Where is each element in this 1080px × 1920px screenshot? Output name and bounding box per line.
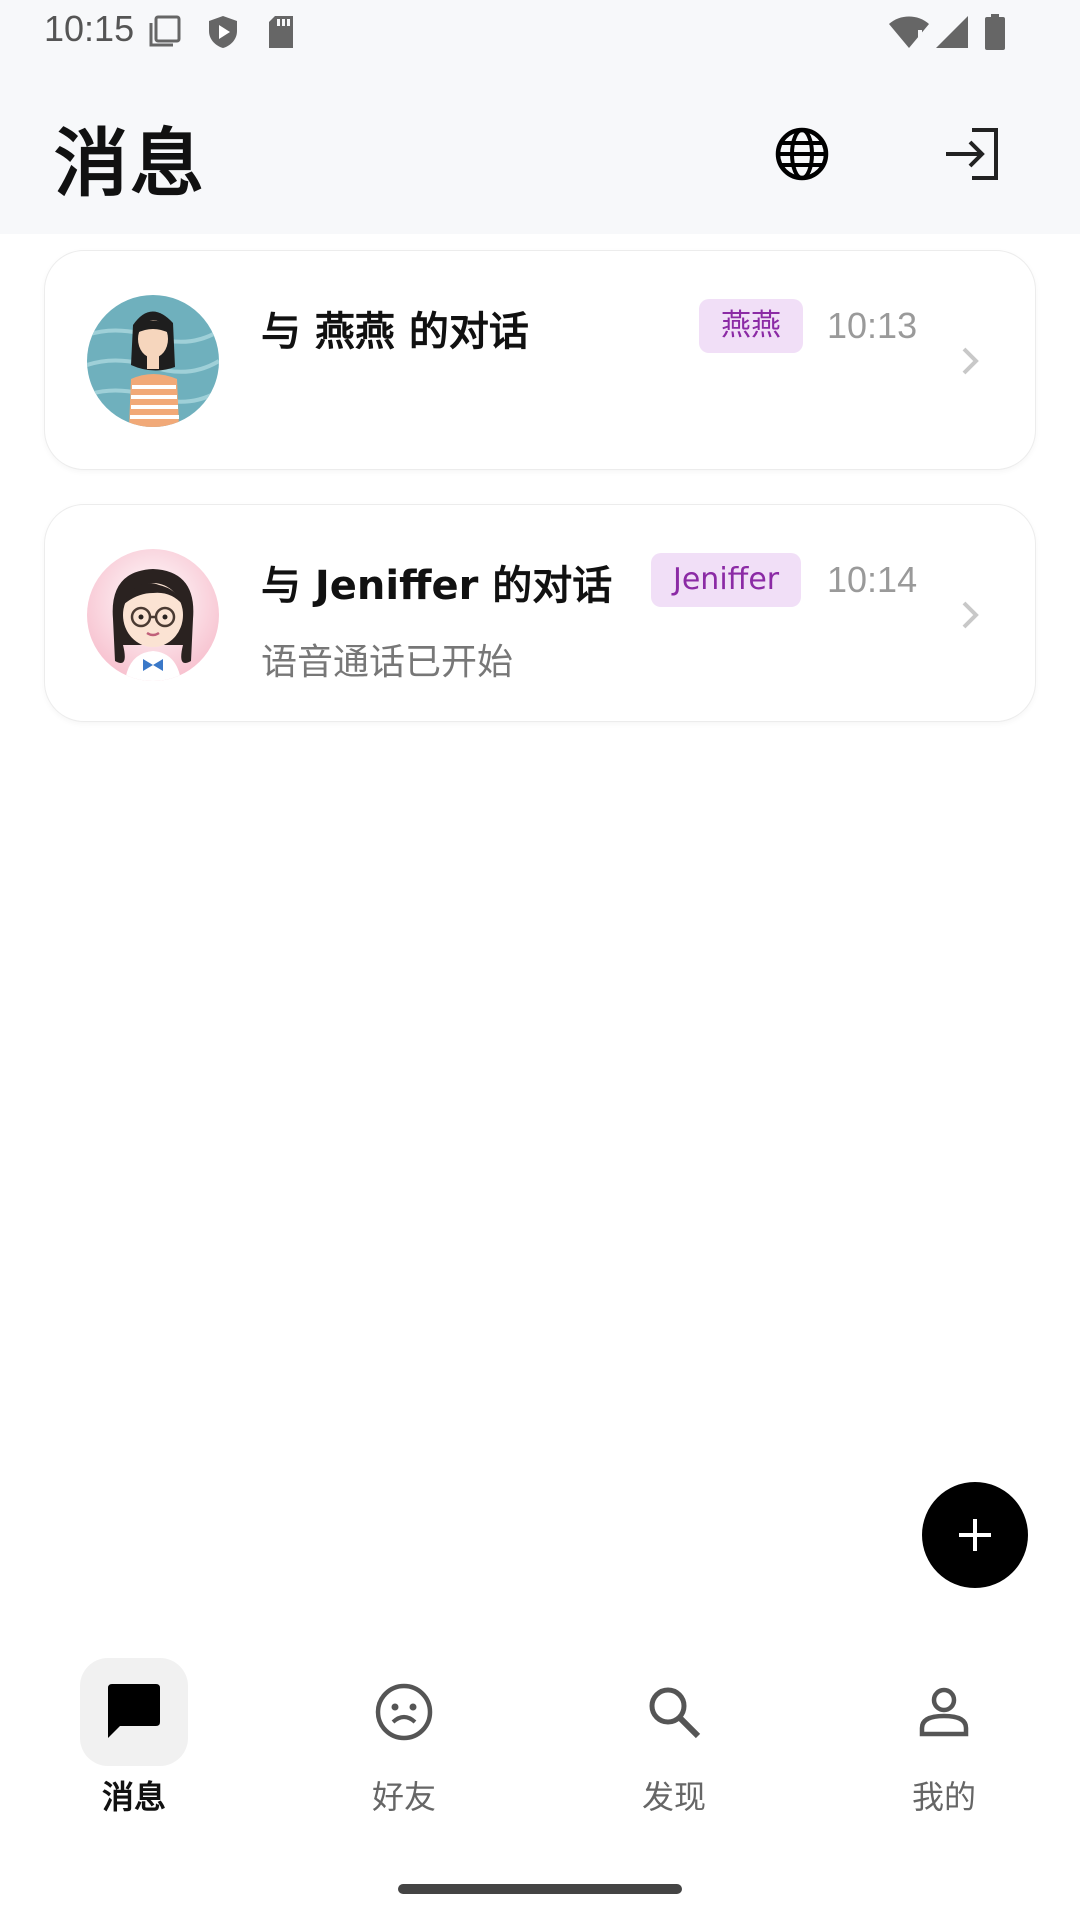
- bottom-navigation: 消息 好友 发现 我的: [0, 1640, 1080, 1840]
- app-header: 消息: [0, 64, 1080, 234]
- nav-icon-container: [620, 1658, 728, 1766]
- avatar-yanyan: [87, 295, 219, 427]
- avatar-jeniffer: [87, 549, 219, 681]
- chevron-right-icon: [962, 347, 979, 375]
- shield-play-icon: [209, 16, 237, 48]
- conversation-card[interactable]: 与 Jeniffer 的对话 Jeniffer 10:14 语音通话已开始: [44, 504, 1036, 722]
- nav-item-messages[interactable]: 消息: [64, 1658, 204, 1818]
- conversation-time: 10:14: [827, 559, 918, 600]
- contact-badge: 燕燕: [699, 299, 803, 353]
- status-time: 10:15: [44, 8, 135, 49]
- nav-icon-container: [890, 1658, 998, 1766]
- wifi-alert-icon: [889, 16, 929, 48]
- nav-item-me[interactable]: 我的: [874, 1658, 1014, 1818]
- conversation-title: 与 燕燕 的对话: [261, 309, 529, 355]
- last-message-preview: 语音通话已开始: [261, 642, 514, 683]
- nav-label: 好友: [371, 1778, 436, 1816]
- chevron-right-icon: [962, 601, 979, 629]
- avatar: [87, 549, 219, 681]
- language-button[interactable]: [764, 116, 840, 192]
- nav-item-discover[interactable]: 发现: [604, 1658, 744, 1818]
- nav-label: 发现: [641, 1778, 706, 1816]
- conversation-card[interactable]: 与 燕燕 的对话 燕燕 10:13: [44, 250, 1036, 470]
- globe-icon: [775, 127, 829, 181]
- status-bar: 10:15: [0, 0, 1080, 64]
- smiley-icon: [375, 1683, 433, 1741]
- signal-icon: [936, 16, 968, 48]
- nav-icon-container: [80, 1658, 188, 1766]
- nav-label: 我的: [911, 1778, 976, 1816]
- avatar: [87, 295, 219, 427]
- contact-badge: Jeniffer: [651, 553, 802, 607]
- chat-icon: [108, 1684, 160, 1738]
- nav-label: 消息: [101, 1778, 166, 1816]
- page-title: 消息: [54, 121, 206, 207]
- conversation-time: 10:13: [827, 305, 918, 346]
- battery-icon: [985, 14, 1005, 50]
- nav-icon-container: [350, 1658, 458, 1766]
- login-button[interactable]: [934, 116, 1010, 192]
- new-conversation-button[interactable]: [922, 1482, 1028, 1588]
- nav-item-friends[interactable]: 好友: [334, 1658, 474, 1818]
- conversation-title: 与 Jeniffer 的对话: [261, 563, 613, 609]
- sd-card-icon: [269, 16, 293, 48]
- login-icon: [946, 128, 998, 180]
- plus-icon: [959, 1519, 991, 1551]
- home-indicator[interactable]: [398, 1884, 682, 1894]
- screenshot-icon: [149, 15, 181, 47]
- person-icon: [919, 1687, 969, 1737]
- search-icon: [649, 1687, 701, 1739]
